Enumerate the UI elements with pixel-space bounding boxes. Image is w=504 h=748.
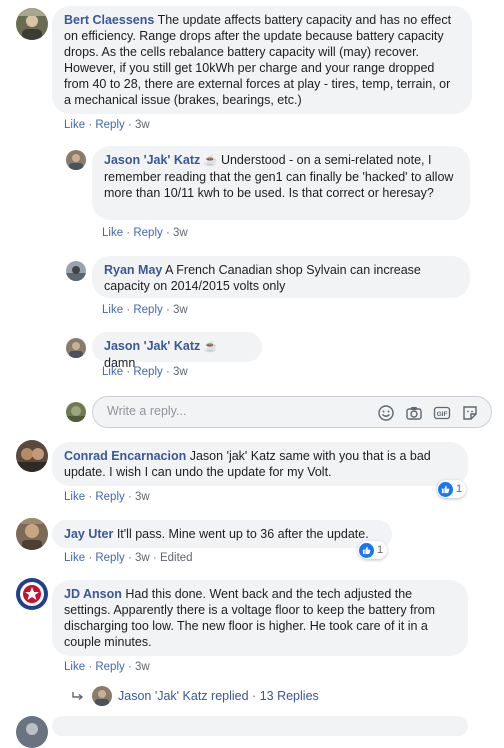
reply-link[interactable]: Reply [133, 304, 162, 316]
gif-icon[interactable]: GIF [433, 404, 451, 422]
comment-actions: Like · Reply · 3w · Edited [64, 552, 193, 564]
avatar[interactable] [16, 518, 48, 550]
reply-bubble: Jason 'Jak' Katz ☕ Understood - on a sem… [92, 146, 470, 220]
avatar[interactable] [16, 8, 48, 40]
reaction-badge[interactable]: 1 [437, 480, 467, 498]
comment-timestamp[interactable]: 3w [135, 491, 150, 503]
comment-actions: Like · Reply · 3w [102, 304, 188, 316]
thumbs-up-icon [438, 481, 453, 497]
separator: · [252, 689, 257, 703]
separator: · [88, 119, 93, 131]
separator: · [152, 552, 157, 564]
comment-actions: Like · Reply · 3w [64, 661, 150, 673]
separator: · [126, 366, 131, 378]
coffee-icon: ☕ [203, 155, 218, 167]
coffee-icon: ☕ [203, 341, 218, 353]
emoji-icon[interactable] [377, 404, 395, 422]
comment-timestamp[interactable]: 3w [135, 119, 150, 131]
reply-bubble: Ryan May A French Canadian shop Sylvain … [92, 256, 470, 298]
reply-arrow-icon [72, 689, 84, 704]
separator: · [127, 119, 132, 131]
reaction-badge[interactable]: 1 [358, 541, 388, 559]
sticker-icon[interactable] [461, 404, 479, 422]
comment-bubble: Bert Claessens The update affects batter… [52, 6, 472, 114]
comment-bubble: JD Anson Had this done. Went back and th… [52, 580, 468, 656]
reply-input[interactable] [105, 403, 359, 419]
comment-text: It'll pass. Mine went up to 36 after the… [116, 527, 369, 541]
comment-bubble [52, 716, 468, 736]
reply-link[interactable]: Reply [95, 491, 124, 503]
reply-link[interactable]: Reply [95, 552, 124, 564]
reply-link[interactable]: Reply [95, 119, 124, 131]
edited-label[interactable]: Edited [160, 552, 193, 564]
comment-actions: Like · Reply · 3w [64, 491, 150, 503]
comment-actions: Like · Reply · 3w [64, 119, 150, 131]
avatar[interactable] [66, 150, 86, 170]
reply-bubble: Jason 'Jak' Katz ☕ damn [92, 332, 262, 370]
separator: · [165, 304, 170, 316]
like-link[interactable]: Like [64, 491, 85, 503]
comment-timestamp[interactable]: 3w [135, 552, 150, 564]
replies-verb: replied [211, 689, 249, 703]
separator: · [127, 491, 132, 503]
comment-author[interactable]: Conrad Encarnacion [64, 449, 186, 463]
comment-actions: Like · Reply · 3w [102, 227, 188, 239]
comment-author[interactable]: Bert Claessens [64, 13, 154, 27]
separator: · [126, 227, 131, 239]
avatar[interactable] [16, 440, 48, 472]
view-replies-link[interactable]: Jason 'Jak' Katz replied · 13 Replies [72, 686, 319, 706]
reply-link[interactable]: Reply [133, 366, 162, 378]
like-link[interactable]: Like [64, 552, 85, 564]
like-link[interactable]: Like [102, 304, 123, 316]
like-link[interactable]: Like [64, 661, 85, 673]
like-link[interactable]: Like [102, 366, 123, 378]
comment-timestamp[interactable]: 3w [135, 661, 150, 673]
like-link[interactable]: Like [64, 119, 85, 131]
separator: · [127, 661, 132, 673]
separator: · [88, 552, 93, 564]
comment-text: The update affects battery capacity and … [64, 13, 452, 107]
camera-icon[interactable] [405, 404, 423, 422]
comment-author[interactable]: Jason 'Jak' Katz [104, 153, 200, 167]
svg-text:GIF: GIF [437, 411, 448, 418]
reply-input-box[interactable]: GIF [92, 396, 492, 428]
like-link[interactable]: Like [102, 227, 123, 239]
comment-actions: Like · Reply · 3w [102, 366, 188, 378]
avatar [92, 686, 112, 706]
comment-author[interactable]: Jay Uter [64, 527, 113, 541]
comment-bubble: Conrad Encarnacion Jason 'jak' Katz same… [52, 442, 468, 486]
thumbs-up-icon [359, 542, 374, 558]
separator: · [88, 661, 93, 673]
comment-timestamp[interactable]: 3w [173, 227, 188, 239]
avatar[interactable] [66, 338, 86, 358]
separator: · [165, 366, 170, 378]
separator: · [165, 227, 170, 239]
current-user-avatar [66, 402, 86, 422]
comment-author[interactable]: Jason 'Jak' Katz [104, 339, 200, 353]
reply-link[interactable]: Reply [95, 661, 124, 673]
avatar[interactable] [66, 261, 86, 281]
comment-timestamp[interactable]: 3w [173, 366, 188, 378]
separator: · [127, 552, 132, 564]
avatar[interactable] [16, 716, 48, 748]
comment-author[interactable]: JD Anson [64, 587, 122, 601]
replies-count[interactable]: 13 Replies [260, 689, 319, 703]
reply-link[interactable]: Reply [133, 227, 162, 239]
comment-bubble: Jay Uter It'll pass. Mine went up to 36 … [52, 520, 392, 548]
replies-author[interactable]: Jason 'Jak' Katz [118, 689, 208, 703]
separator: · [88, 491, 93, 503]
avatar[interactable] [16, 578, 48, 610]
comment-timestamp[interactable]: 3w [173, 304, 188, 316]
reaction-count: 1 [456, 483, 463, 495]
comment-author[interactable]: Ryan May [104, 263, 162, 277]
separator: · [126, 304, 131, 316]
reaction-count: 1 [377, 544, 384, 556]
